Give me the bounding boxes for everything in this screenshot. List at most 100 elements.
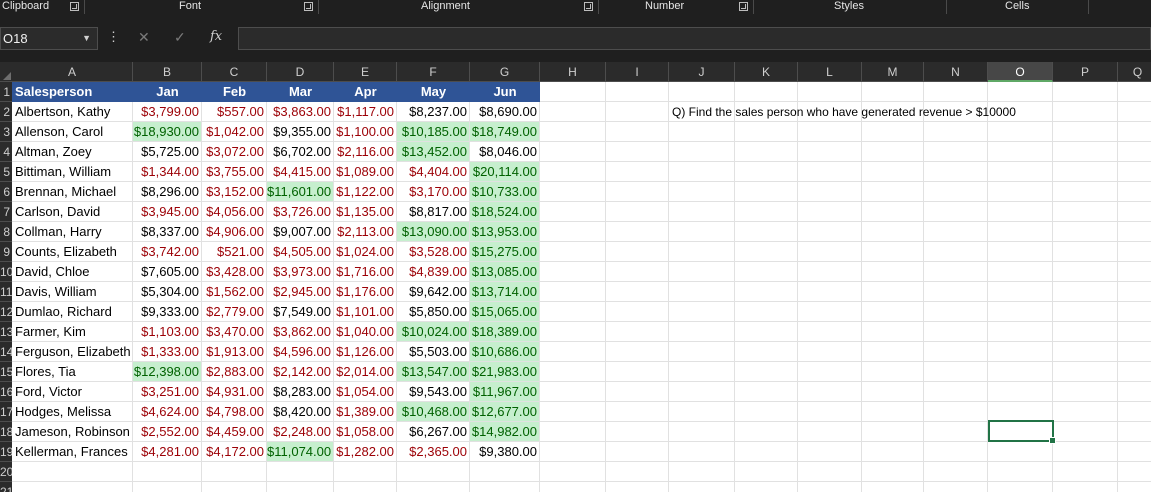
sales-value-cell[interactable]: $1,101.00 (334, 302, 396, 321)
salesperson-cell[interactable]: Flores, Tia (12, 362, 132, 381)
sales-value-cell[interactable]: $8,420.00 (267, 402, 333, 421)
sales-value-cell[interactable]: $3,170.00 (397, 182, 469, 201)
sales-value-cell[interactable]: $2,116.00 (334, 142, 396, 161)
sales-value-cell[interactable]: $4,281.00 (133, 442, 201, 461)
salesperson-cell[interactable]: Bittiman, William (12, 162, 132, 181)
column-header-o[interactable]: O (988, 62, 1053, 82)
row-header-2[interactable]: 2 (0, 102, 12, 122)
sales-value-cell[interactable]: $7,605.00 (133, 262, 201, 281)
sales-value-cell[interactable]: $4,596.00 (267, 342, 333, 361)
column-header-e[interactable]: E (334, 62, 397, 82)
column-header-m[interactable]: M (862, 62, 924, 82)
row-header-6[interactable]: 6 (0, 182, 12, 202)
sales-value-cell[interactable]: $2,779.00 (202, 302, 266, 321)
sales-value-cell[interactable]: $3,755.00 (202, 162, 266, 181)
enter-icon[interactable]: ✓ (174, 29, 186, 46)
sales-value-cell[interactable]: $8,690.00 (470, 102, 539, 121)
sales-value-cell[interactable]: $521.00 (202, 242, 266, 261)
sales-value-cell[interactable]: $9,380.00 (470, 442, 539, 461)
sales-value-cell[interactable]: $15,275.00 (470, 242, 539, 261)
sales-value-cell[interactable]: $1,042.00 (202, 122, 266, 141)
sales-value-cell[interactable]: $7,549.00 (267, 302, 333, 321)
sales-value-cell[interactable]: $9,642.00 (397, 282, 469, 301)
sales-value-cell[interactable]: $3,428.00 (202, 262, 266, 281)
sales-value-cell[interactable]: $11,074.00 (267, 442, 333, 461)
sales-value-cell[interactable]: $4,906.00 (202, 222, 266, 241)
sales-value-cell[interactable]: $1,100.00 (334, 122, 396, 141)
salesperson-cell[interactable]: Davis, William (12, 282, 132, 301)
sales-value-cell[interactable]: $1,103.00 (133, 322, 201, 341)
sales-value-cell[interactable]: $1,126.00 (334, 342, 396, 361)
sales-value-cell[interactable]: $1,040.00 (334, 322, 396, 341)
row-header-16[interactable]: 16 (0, 382, 12, 402)
sales-value-cell[interactable]: $18,930.00 (133, 122, 201, 141)
table-header-cell[interactable]: Mar (267, 82, 334, 102)
row-header-4[interactable]: 4 (0, 142, 12, 162)
sales-value-cell[interactable]: $8,817.00 (397, 202, 469, 221)
formula-input[interactable] (238, 27, 1151, 50)
sales-value-cell[interactable]: $1,024.00 (334, 242, 396, 261)
sales-value-cell[interactable]: $21,983.00 (470, 362, 539, 381)
select-all-corner[interactable] (0, 62, 12, 82)
salesperson-cell[interactable]: David, Chloe (12, 262, 132, 281)
font-launcher-icon[interactable] (304, 2, 313, 11)
salesperson-cell[interactable]: Ford, Victor (12, 382, 132, 401)
row-header-18[interactable]: 18 (0, 422, 12, 442)
sales-value-cell[interactable]: $3,152.00 (202, 182, 266, 201)
sales-value-cell[interactable]: $10,185.00 (397, 122, 469, 141)
row-header-13[interactable]: 13 (0, 322, 12, 342)
sales-value-cell[interactable]: $4,839.00 (397, 262, 469, 281)
sales-value-cell[interactable]: $4,415.00 (267, 162, 333, 181)
sales-value-cell[interactable]: $1,333.00 (133, 342, 201, 361)
salesperson-cell[interactable]: Albertson, Kathy (12, 102, 132, 121)
sales-value-cell[interactable]: $10,024.00 (397, 322, 469, 341)
sales-value-cell[interactable]: $2,365.00 (397, 442, 469, 461)
sales-value-cell[interactable]: $1,389.00 (334, 402, 396, 421)
sales-value-cell[interactable]: $4,172.00 (202, 442, 266, 461)
sales-value-cell[interactable]: $1,058.00 (334, 422, 396, 441)
column-header-a[interactable]: A (12, 62, 133, 82)
sales-value-cell[interactable]: $13,090.00 (397, 222, 469, 241)
sales-value-cell[interactable]: $6,267.00 (397, 422, 469, 441)
insert-function-icon[interactable]: fx (210, 29, 222, 44)
salesperson-cell[interactable]: Altman, Zoey (12, 142, 132, 161)
table-header-cell[interactable]: Salesperson (12, 82, 133, 102)
sales-value-cell[interactable]: $9,355.00 (267, 122, 333, 141)
sales-value-cell[interactable]: $2,883.00 (202, 362, 266, 381)
column-header-q[interactable]: Q (1118, 62, 1151, 82)
row-header-21[interactable]: 21 (0, 482, 12, 492)
row-header-1[interactable]: 1 (0, 82, 12, 102)
sales-value-cell[interactable]: $3,945.00 (133, 202, 201, 221)
salesperson-cell[interactable]: Carlson, David (12, 202, 132, 221)
sales-value-cell[interactable]: $2,142.00 (267, 362, 333, 381)
sales-value-cell[interactable]: $8,237.00 (397, 102, 469, 121)
column-header-l[interactable]: L (798, 62, 862, 82)
sales-value-cell[interactable]: $8,337.00 (133, 222, 201, 241)
sales-value-cell[interactable]: $1,089.00 (334, 162, 396, 181)
sales-value-cell[interactable]: $3,863.00 (267, 102, 333, 121)
sales-value-cell[interactable]: $9,333.00 (133, 302, 201, 321)
sales-value-cell[interactable]: $1,135.00 (334, 202, 396, 221)
clipboard-launcher-icon[interactable] (70, 2, 79, 11)
column-header-g[interactable]: G (470, 62, 540, 82)
sales-value-cell[interactable]: $2,945.00 (267, 282, 333, 301)
row-header-10[interactable]: 10 (0, 262, 12, 282)
sales-value-cell[interactable]: $5,850.00 (397, 302, 469, 321)
sales-value-cell[interactable]: $13,085.00 (470, 262, 539, 281)
sales-value-cell[interactable]: $18,524.00 (470, 202, 539, 221)
sales-value-cell[interactable]: $11,601.00 (267, 182, 333, 201)
salesperson-cell[interactable]: Allenson, Carol (12, 122, 132, 141)
row-header-5[interactable]: 5 (0, 162, 12, 182)
row-header-19[interactable]: 19 (0, 442, 12, 462)
sales-value-cell[interactable]: $5,725.00 (133, 142, 201, 161)
sales-value-cell[interactable]: $3,072.00 (202, 142, 266, 161)
sales-value-cell[interactable]: $4,798.00 (202, 402, 266, 421)
sales-value-cell[interactable]: $3,799.00 (133, 102, 201, 121)
sales-value-cell[interactable]: $11,967.00 (470, 382, 539, 401)
salesperson-cell[interactable]: Collman, Harry (12, 222, 132, 241)
sales-value-cell[interactable]: $6,702.00 (267, 142, 333, 161)
column-header-k[interactable]: K (735, 62, 798, 82)
row-header-3[interactable]: 3 (0, 122, 12, 142)
row-header-9[interactable]: 9 (0, 242, 12, 262)
sales-value-cell[interactable]: $3,251.00 (133, 382, 201, 401)
